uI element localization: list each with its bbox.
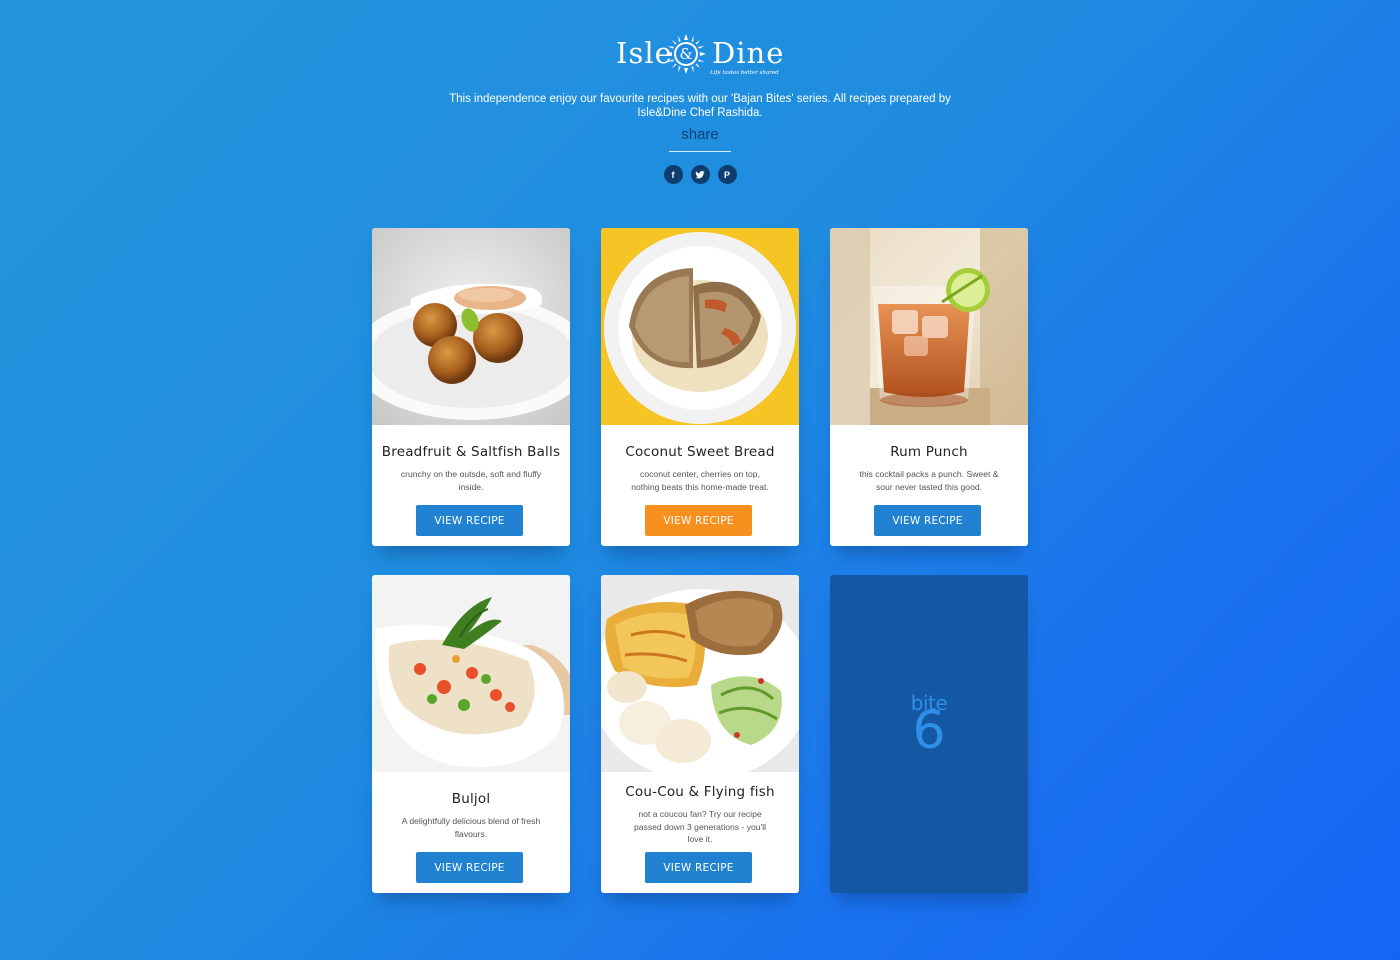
recipe-card-coconut-sweet-bread: Coconut Sweet Bread coconut center, cher… <box>601 228 799 546</box>
share-divider <box>669 151 731 152</box>
recipe-card-rum-punch: Rum Punch this cocktail packs a punch. S… <box>830 228 1028 546</box>
pinterest-share-button[interactable]: P <box>717 165 737 184</box>
recipe-photo <box>830 228 1028 425</box>
intro-text: This independence enjoy our favourite re… <box>449 93 951 119</box>
recipe-title: Breadfruit & Saltfish Balls <box>381 444 561 460</box>
page-header: Isle & Dine Life tastes better shared Th… <box>0 30 1400 184</box>
twitter-share-button[interactable] <box>690 165 710 184</box>
recipe-photo <box>372 575 570 772</box>
recipe-card-breadfruit-saltfish-balls: Breadfruit & Saltfish Balls crunchy on t… <box>372 228 570 546</box>
view-recipe-button[interactable]: VIEW RECIPE <box>416 505 523 536</box>
rum-punch-photo <box>830 228 1028 425</box>
brand-tagline: Life tastes better shared <box>710 70 779 76</box>
brand-name-left: Isle <box>616 36 673 70</box>
coconut-sweet-bread-photo <box>601 228 799 425</box>
brand-name-right: Dine <box>712 36 785 70</box>
view-recipe-button[interactable]: VIEW RECIPE <box>645 505 752 536</box>
cou-cou-flying-fish-photo <box>601 575 799 772</box>
recipe-description: coconut center, cherries on top, nothing… <box>631 469 769 492</box>
recipe-card-cou-cou-flying-fish: Cou-Cou & Flying fish not a coucou fan? … <box>601 575 799 893</box>
recipe-title: Rum Punch <box>890 444 968 460</box>
recipe-title: Coconut Sweet Bread <box>625 444 775 460</box>
recipe-photo <box>601 575 799 772</box>
buljol-photo <box>372 575 570 772</box>
recipe-description: not a coucou fan? Try our recipe passed … <box>633 809 767 844</box>
view-recipe-button[interactable]: VIEW RECIPE <box>645 852 752 883</box>
recipe-title: Buljol <box>451 791 491 807</box>
facebook-icon: f <box>671 169 675 180</box>
breadfruit-balls-photo <box>372 228 570 425</box>
recipe-title: Cou-Cou & Flying fish <box>625 784 775 800</box>
bite-number: 6 <box>912 701 946 761</box>
twitter-icon <box>695 170 705 178</box>
pinterest-icon: P <box>723 169 730 180</box>
share-label: share <box>681 126 719 143</box>
brand-ampersand: & <box>679 45 692 63</box>
bite-number-card: bite 6 <box>830 575 1028 893</box>
social-share-buttons: f P <box>0 165 1400 184</box>
recipe-card-buljol: Buljol A delightfully delicious blend of… <box>372 575 570 893</box>
sun-logo-icon: & <box>666 34 706 74</box>
recipe-photo <box>601 228 799 425</box>
view-recipe-button[interactable]: VIEW RECIPE <box>874 505 981 536</box>
recipe-photo <box>372 228 570 425</box>
recipe-description: this cocktail packs a punch. Sweet & sou… <box>859 469 999 492</box>
recipe-description: A delightfully delicious blend of fresh … <box>401 816 541 839</box>
view-recipe-button[interactable]: VIEW RECIPE <box>416 852 523 883</box>
facebook-share-button[interactable]: f <box>663 165 683 184</box>
recipe-description: crunchy on the outsde, soft and fluffy i… <box>400 469 542 492</box>
brand-logo[interactable]: Isle & Dine Life tastes better shared <box>600 30 800 80</box>
